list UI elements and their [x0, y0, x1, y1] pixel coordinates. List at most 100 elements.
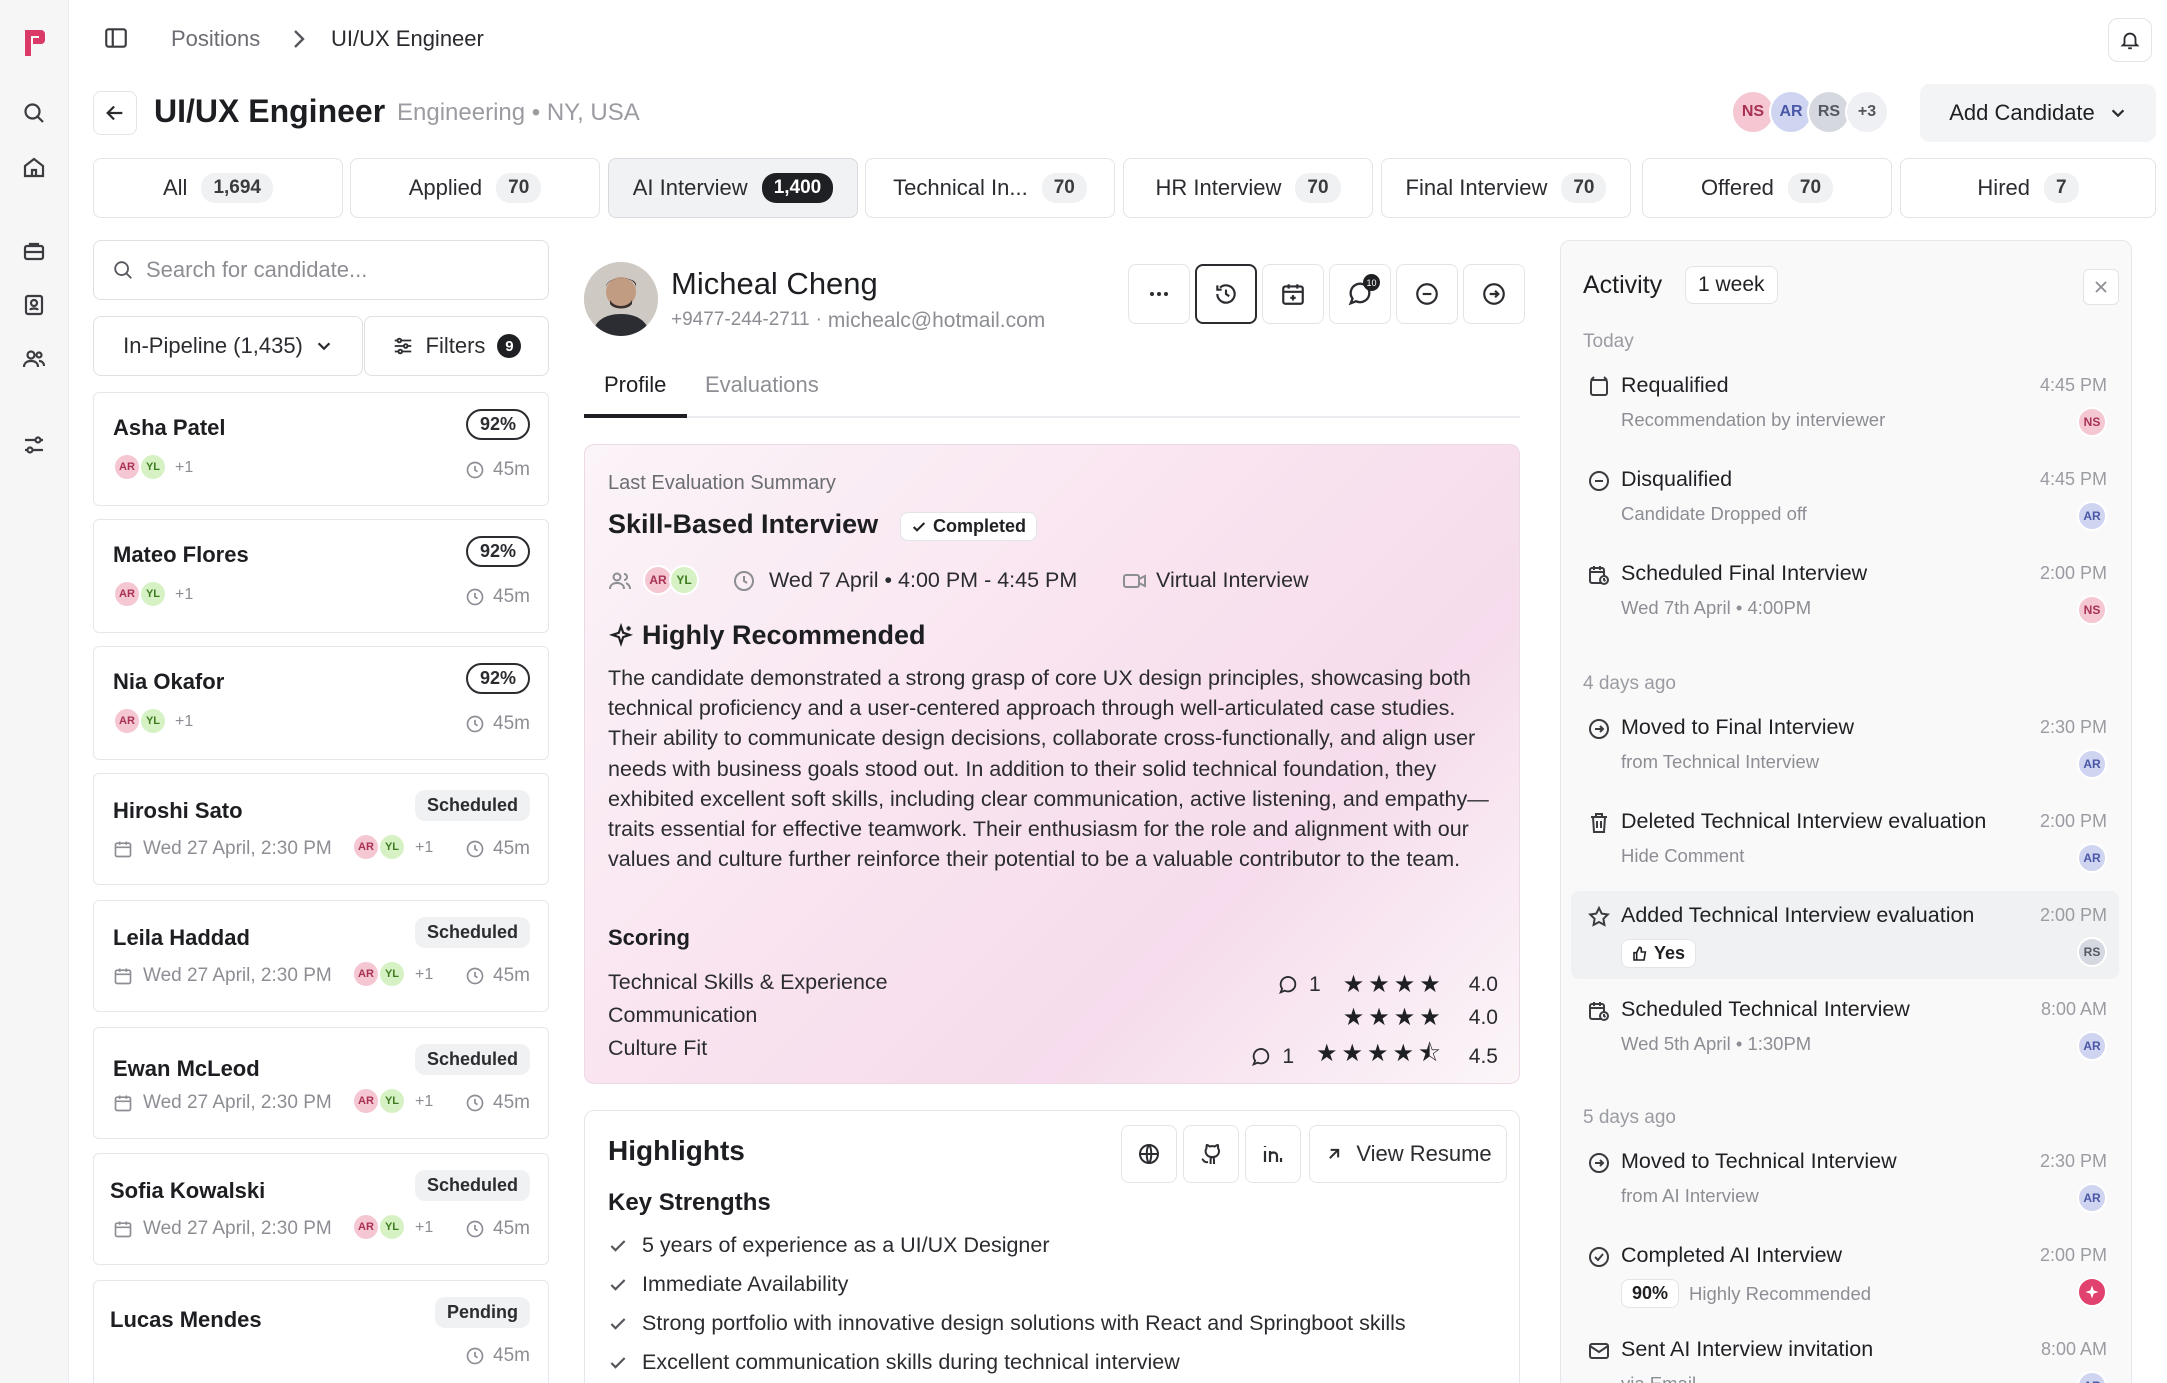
tab-final-interview[interactable]: Final Interview 70 [1381, 158, 1631, 218]
advance-button[interactable] [1463, 264, 1525, 324]
candidate-card[interactable]: Ewan McLeod Scheduled Wed 27 April, 2:30… [93, 1027, 549, 1139]
comment-icon[interactable] [1250, 1046, 1272, 1068]
tab-evaluations[interactable]: Evaluations [705, 372, 819, 398]
team-avatars[interactable]: NS AR RS +3 [1731, 88, 1901, 140]
more-button[interactable] [1128, 264, 1190, 324]
calendar-clock-icon [1587, 999, 1611, 1023]
github-button[interactable] [1183, 1125, 1239, 1183]
star-rating: ★★★★⯪ [1316, 1040, 1445, 1067]
verdict: Highly Recommended [642, 620, 926, 650]
tab-profile[interactable]: Profile [604, 372, 666, 398]
candidate-photo [584, 262, 658, 336]
tab-ai-interview[interactable]: AI Interview 1,400 [608, 158, 858, 218]
tab-technical-interview[interactable]: Technical In... 70 [865, 158, 1115, 218]
star-rating: ★★★★ [1342, 971, 1445, 998]
candidate-card[interactable]: Mateo Flores 92% AR YL +1 45m [93, 519, 549, 633]
add-candidate-button[interactable]: Add Candidate [1920, 84, 2156, 142]
tab-hired[interactable]: Hired 7 [1900, 158, 2156, 218]
schedule-button[interactable] [1262, 264, 1324, 324]
users-icon[interactable] [19, 344, 49, 374]
mail-icon [1587, 1339, 1611, 1363]
pipeline-select[interactable]: In-Pipeline (1,435) [93, 316, 363, 376]
avatar: AR [2077, 843, 2107, 873]
interview-datetime: Wed 7 April • 4:00 PM - 4:45 PM [769, 568, 1078, 592]
activity-title: Moved to Technical Interview [1621, 1149, 1897, 1173]
date-value: Wed 27 April, 2:30 PM [143, 965, 332, 986]
activity-item[interactable]: Moved to Technical Interview from AI Int… [1571, 1137, 2119, 1225]
interview-date: Wed 27 April, 2:30 PM [113, 965, 332, 987]
brand-logo-icon[interactable] [19, 28, 49, 58]
tab-applied[interactable]: Applied 70 [350, 158, 600, 218]
filters-button[interactable]: Filters 9 [364, 316, 549, 376]
candidate-card[interactable]: Asha Patel 92% AR YL +1 45m [93, 392, 549, 506]
candidate-phone[interactable]: +9477-244-2711 [671, 309, 810, 333]
duration: 45m [465, 713, 530, 735]
activity-subtitle: Wed 7th April • 4:00PM [1621, 597, 1812, 618]
activity-range-select[interactable]: 1 week [1685, 266, 1778, 304]
clock-icon [465, 1219, 485, 1239]
candidate-card[interactable]: Nia Okafor 92% AR YL +1 45m [93, 646, 549, 760]
close-button[interactable] [2083, 269, 2119, 305]
chevron-down-icon [315, 337, 333, 355]
avatar: AR [352, 960, 380, 988]
clock-icon [465, 460, 485, 480]
ai-sparkle-avatar [2077, 1277, 2107, 1307]
calendar-icon [113, 1093, 133, 1113]
briefcase-icon[interactable] [19, 236, 49, 266]
candidate-card[interactable]: Leila Haddad Scheduled Wed 27 April, 2:3… [93, 900, 549, 1012]
tab-label: AI Interview [632, 175, 748, 200]
search-icon [112, 259, 134, 281]
comment-icon[interactable] [1277, 974, 1299, 996]
avatar-more: +1 [415, 966, 434, 983]
messages-button[interactable]: 10 [1329, 264, 1391, 324]
thumbs-up-icon [1632, 946, 1648, 962]
avatar: YL [378, 1087, 406, 1115]
contact-card-icon[interactable] [19, 290, 49, 320]
candidate-card[interactable]: Sofia Kowalski Scheduled Wed 27 April, 2… [93, 1153, 549, 1265]
activity-subtitle: 90% Highly Recommended [1621, 1279, 1871, 1308]
activity-item[interactable]: Added Technical Interview evaluation Yes… [1571, 891, 2119, 979]
tab-all[interactable]: All 1,694 [93, 158, 343, 218]
clock-icon [465, 714, 485, 734]
sidebar-toggle-icon[interactable] [103, 25, 129, 51]
activity-item[interactable]: Scheduled Final Interview Wed 7th April … [1571, 549, 2119, 637]
activity-item[interactable]: Moved to Final Interview from Technical … [1571, 703, 2119, 791]
home-icon[interactable] [19, 152, 49, 182]
activity-item[interactable]: Disqualified Candidate Dropped off 4:45 … [1571, 455, 2119, 543]
back-button[interactable] [93, 91, 137, 135]
avatar: YL [378, 833, 406, 861]
search-input[interactable]: Search for candidate... [93, 240, 549, 300]
highlights-title: Highlights [608, 1135, 745, 1166]
tab-hr-interview[interactable]: HR Interview 70 [1123, 158, 1373, 218]
activity-title: Scheduled Technical Interview [1621, 997, 1910, 1021]
activity-time: 2:00 PM [2039, 905, 2107, 925]
linkedin-button[interactable] [1245, 1125, 1301, 1183]
tab-label: Hired [1977, 175, 2030, 200]
view-resume-button[interactable]: View Resume [1309, 1125, 1507, 1183]
date-value: Wed 27 April, 2:30 PM [143, 1092, 332, 1113]
activity-group-label: 4 days ago [1583, 673, 1676, 694]
disqualify-button[interactable] [1396, 264, 1458, 324]
search-icon[interactable] [19, 98, 49, 128]
sliders-icon[interactable] [19, 430, 49, 460]
tab-offered[interactable]: Offered 70 [1642, 158, 1892, 218]
activity-item[interactable]: Deleted Technical Interview evaluation H… [1571, 797, 2119, 885]
tab-count: 1,400 [761, 173, 834, 203]
strengths-title: Key Strengths [608, 1189, 771, 1216]
filter-sliders-icon [392, 335, 414, 357]
duration: 45m [465, 586, 530, 608]
candidate-card[interactable]: Hiroshi Sato Scheduled Wed 27 April, 2:3… [93, 773, 549, 885]
check-icon [911, 519, 927, 535]
notifications-button[interactable] [2108, 18, 2152, 62]
activity-item[interactable]: Completed AI Interview 90% Highly Recomm… [1571, 1231, 2119, 1319]
breadcrumb-parent[interactable]: Positions [171, 26, 260, 51]
activity-title: Moved to Final Interview [1621, 715, 1855, 739]
activity-item[interactable]: Requalified Recommendation by interviewe… [1571, 361, 2119, 449]
candidate-card[interactable]: Lucas Mendes Pending 45m [93, 1280, 549, 1383]
history-button[interactable] [1195, 264, 1257, 324]
website-button[interactable] [1121, 1125, 1177, 1183]
candidate-email[interactable]: michealc@hotmail.com [828, 309, 1045, 333]
activity-item[interactable]: Scheduled Technical Interview Wed 5th Ap… [1571, 985, 2119, 1073]
score-row: Culture Fit 1 ★★★★⯪ 4.5 [608, 1036, 1498, 1068]
activity-item[interactable]: Sent AI Interview invitation via Email 8… [1571, 1325, 2119, 1383]
